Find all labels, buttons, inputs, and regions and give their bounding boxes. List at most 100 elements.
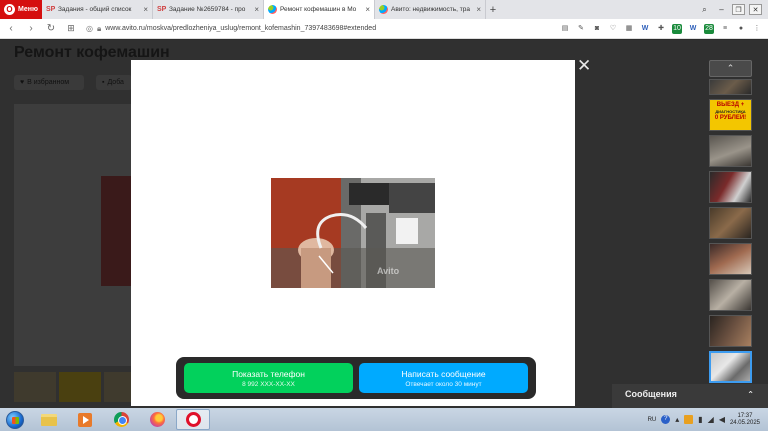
show-phone-label: Показать телефон — [232, 368, 305, 379]
ad-subline: ДИАГНОСТИКА — [715, 109, 746, 114]
lock-icon: 🔒︎ — [96, 23, 102, 33]
avito-icon — [379, 5, 388, 14]
bg-thumbnail-strip — [14, 372, 146, 402]
browser-menu-button[interactable]: O Меню — [0, 0, 42, 19]
menu-lines-icon[interactable]: ≡ — [720, 24, 730, 34]
thumbnail-selected[interactable] — [709, 351, 752, 383]
add-button[interactable]: ▪ Доба — [96, 75, 132, 90]
more-icon[interactable]: ⋮ — [752, 24, 762, 34]
folder-icon — [41, 413, 57, 426]
bg-thumbnail-ad — [59, 372, 101, 402]
address-bar: ‹ › ↻ ⊞ ◎ 🔒︎ www.avito.ru/moskva/predloz… — [0, 19, 768, 39]
chevron-up-icon[interactable]: ⌃ — [747, 390, 754, 399]
close-modal-icon[interactable]: ✕ — [577, 57, 591, 74]
start-button[interactable] — [0, 408, 30, 431]
tab-label: Ремонт кофемашин в Мо — [280, 6, 357, 13]
firefox-icon — [149, 412, 165, 427]
taskbar-opera[interactable] — [176, 409, 210, 430]
taskbar-firefox[interactable] — [140, 409, 174, 430]
windows-logo-icon — [6, 410, 24, 429]
avito-watermark: Avito — [377, 266, 400, 276]
taskbar-explorer[interactable] — [32, 409, 66, 430]
edit-icon[interactable]: ✎ — [576, 24, 586, 34]
messages-label: Сообщения — [625, 389, 677, 399]
favorite-label: В избранном — [27, 79, 70, 86]
thumbnail[interactable] — [709, 79, 752, 95]
show-phone-button[interactable]: Показать телефон 8 992 XXX-XX-XX — [184, 363, 353, 393]
ad-price: 0 РУБЛЕЙ! — [714, 115, 747, 121]
taskbar-media-player[interactable] — [68, 409, 102, 430]
thumbnail[interactable] — [709, 135, 752, 167]
arrow-up-icon[interactable]: ▴ — [675, 415, 679, 424]
url-text: www.avito.ru/moskva/predlozheniya_uslug/… — [105, 25, 377, 32]
w-extension-icon-2[interactable]: W — [688, 24, 698, 34]
tab-task-2659784[interactable]: SP Задание №2659784 - про × — [153, 0, 264, 19]
window-controls: ⌕ – ❐ ✕ — [698, 4, 768, 15]
write-message-button[interactable]: Написать сообщение Отвечает около 30 мин… — [359, 363, 528, 393]
menu-label: Меню — [18, 6, 38, 13]
messages-panel[interactable]: Сообщения ⌃ — [612, 384, 768, 408]
profile-icon[interactable]: ● — [736, 24, 746, 34]
close-window-icon[interactable]: ✕ — [749, 4, 762, 15]
system-tray: RU ? ▴ ▮ ◢ ◀ 17:37 24.05.2025 — [648, 413, 768, 427]
photo-gallery-modal: Avito — [131, 60, 575, 406]
translate-icon[interactable]: ▤ — [560, 24, 570, 34]
sp-icon: SP — [157, 6, 167, 13]
opera-logo-icon: O — [4, 4, 15, 15]
camera-icon[interactable]: ◙ — [592, 24, 602, 34]
tab-coffee-repair[interactable]: Ремонт кофемашин в Мо × — [264, 0, 375, 19]
taskbar-chrome[interactable] — [104, 409, 138, 430]
bookmark-icon[interactable]: ♡ — [608, 24, 618, 34]
tab-tasks-list[interactable]: SP Задания - общий список × — [42, 0, 153, 19]
close-tab-icon[interactable]: × — [365, 5, 370, 14]
add-label: Доба — [107, 79, 124, 86]
bg-thumbnail — [14, 372, 56, 402]
puzzle-icon[interactable]: ✚ — [656, 24, 666, 34]
avito-icon — [268, 5, 277, 14]
help-icon[interactable]: ? — [661, 415, 671, 424]
tab-label: Задание №2659784 - про — [169, 6, 246, 13]
phone-masked: 8 992 XXX-XX-XX — [242, 380, 295, 388]
response-time: Отвечает около 30 минут — [405, 380, 482, 388]
tab-avito-home[interactable]: Авито: недвижимость, тра × — [375, 0, 486, 19]
search-icon[interactable]: ⌕ — [698, 4, 711, 15]
scroll-up-button[interactable]: ⌃ — [709, 60, 752, 77]
flag-icon[interactable] — [684, 415, 694, 424]
reload-icon[interactable]: ↻ — [46, 23, 56, 34]
globe-icon: ◎ — [86, 24, 93, 33]
back-icon[interactable]: ‹ — [6, 23, 16, 34]
write-message-label: Написать сообщение — [401, 368, 486, 379]
w-extension-icon[interactable]: W — [640, 24, 650, 34]
note-icon: ▪ — [102, 79, 105, 86]
close-tab-icon[interactable]: × — [254, 5, 259, 14]
signal-icon[interactable]: ◢ — [708, 415, 714, 424]
maximize-icon[interactable]: ❐ — [732, 4, 745, 15]
thumbnail[interactable] — [709, 207, 752, 239]
favorite-button[interactable]: ♥ В избранном — [14, 75, 84, 90]
close-tab-icon[interactable]: × — [143, 5, 148, 14]
new-tab-button[interactable]: + — [486, 4, 500, 16]
thumbnail[interactable] — [709, 315, 752, 347]
speed-dial-icon[interactable]: ⊞ — [66, 23, 76, 34]
forward-icon[interactable]: › — [26, 23, 36, 34]
clock[interactable]: 17:37 24.05.2025 — [730, 413, 760, 427]
tab-bar: O Меню SP Задания - общий список × SP За… — [0, 0, 768, 19]
coffee-machine-photo — [271, 178, 435, 288]
tab-label: Задания - общий список — [58, 6, 132, 13]
thumbnail[interactable] — [709, 279, 752, 311]
thumbnail-ad[interactable]: ВЫЕЗД + ДИАГНОСТИКА 0 РУБЛЕЙ! — [709, 99, 752, 131]
minimize-icon[interactable]: – — [715, 4, 728, 15]
url-field[interactable]: ◎ 🔒︎ www.avito.ru/moskva/predlozheniya_u… — [86, 24, 550, 34]
language-indicator[interactable]: RU — [648, 417, 657, 423]
grid-icon[interactable]: ▦ — [624, 24, 634, 34]
thumbnail-rail: ⌃ ВЫЕЗД + ДИАГНОСТИКА 0 РУБЛЕЙ! — [709, 60, 755, 387]
g-extension-icon[interactable]: 28 — [704, 23, 714, 34]
volume-icon[interactable]: ◀ — [719, 415, 725, 424]
thumbnail[interactable] — [709, 171, 752, 203]
tab-label: Авито: недвижимость, тра — [391, 6, 470, 13]
close-tab-icon[interactable]: × — [476, 5, 481, 14]
thumbnail[interactable] — [709, 243, 752, 275]
network-icon[interactable]: ▮ — [698, 415, 702, 424]
green-extension-icon[interactable]: 10 — [672, 23, 682, 34]
opera-icon — [185, 412, 201, 427]
